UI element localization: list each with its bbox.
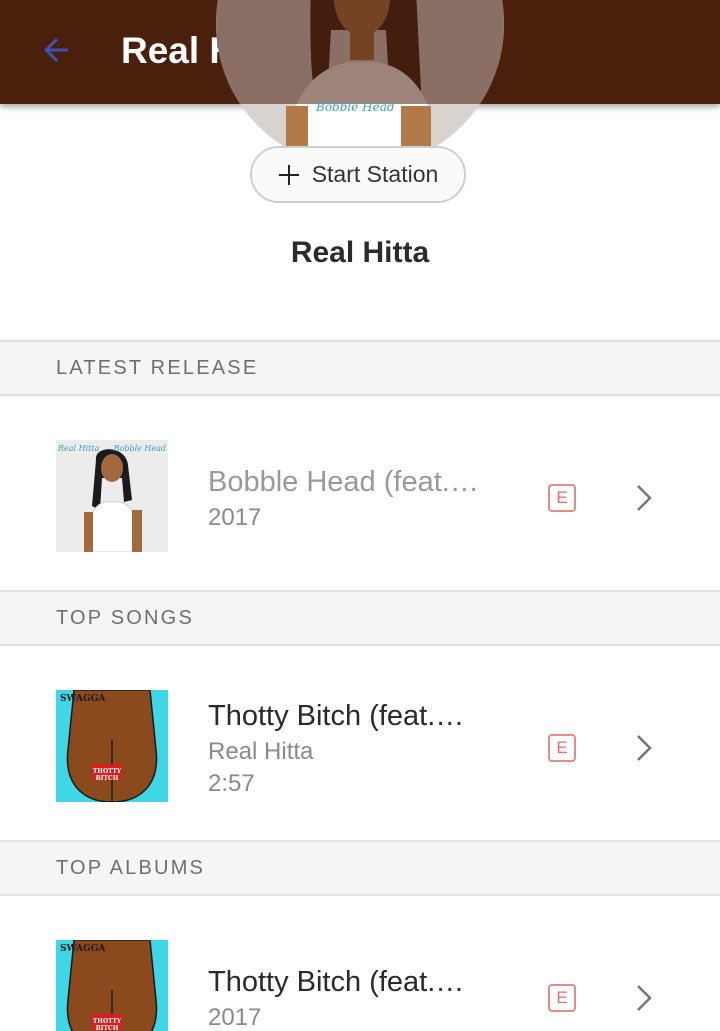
art-title: THOTTY BITCH (92, 768, 122, 782)
section-header-top-songs: TOP SONGS (0, 590, 720, 646)
art-brand: SWAGGA (60, 944, 106, 954)
back-button[interactable] (36, 30, 76, 70)
section-header-top-albums: TOP ALBUMS (0, 840, 720, 896)
start-station-button[interactable]: Start Station (250, 146, 466, 203)
avatar-caption: Bobble Head (316, 100, 395, 114)
plus-icon (278, 164, 299, 185)
art-brand: SWAGGA (60, 694, 106, 704)
arrow-back-icon (44, 38, 68, 62)
list-item-latest-release[interactable]: Real Hitta Bobble Head Bobble Head (feat… (0, 400, 720, 590)
album-year: 2017 (208, 1004, 262, 1031)
section-header-latest-release: LATEST RELEASE (0, 340, 720, 396)
artist-avatar: Bobble Head (216, 0, 504, 168)
list-item-top-song[interactable]: SWAGGA THOTTY BITCH Thotty Bitch (feat.…… (0, 650, 720, 840)
art-text-left: Real Hitta (58, 444, 100, 453)
chevron-right-icon (637, 735, 652, 761)
section-title: LATEST RELEASE (56, 357, 259, 379)
song-artist: Real Hitta (208, 738, 314, 765)
explicit-badge: E (548, 984, 576, 1012)
avatar-overlay (216, 0, 504, 104)
section-title: TOP ALBUMS (56, 857, 206, 879)
chevron-right-icon (637, 985, 652, 1011)
list-item-top-album[interactable]: SWAGGA THOTTY BITCH Thotty Bitch (feat.…… (0, 900, 720, 1031)
release-title: Bobble Head (feat.… (208, 466, 479, 498)
section-title: TOP SONGS (56, 607, 194, 629)
album-art: SWAGGA THOTTY BITCH (56, 690, 168, 802)
song-title: Thotty Bitch (feat.… (208, 700, 465, 732)
explicit-badge: E (548, 734, 576, 762)
album-title: Thotty Bitch (feat.… (208, 966, 465, 998)
explicit-badge: E (548, 484, 576, 512)
art-title: THOTTY BITCH (92, 1018, 122, 1031)
artist-name: Real Hitta (290, 236, 430, 269)
album-art: Real Hitta Bobble Head (56, 440, 168, 552)
release-year: 2017 (208, 504, 262, 531)
chevron-right-icon (637, 485, 652, 511)
album-art: SWAGGA THOTTY BITCH (56, 940, 168, 1031)
art-text-right: Bobble Head (113, 444, 166, 453)
song-duration: 2:57 (208, 770, 255, 797)
start-station-label: Start Station (311, 161, 439, 187)
